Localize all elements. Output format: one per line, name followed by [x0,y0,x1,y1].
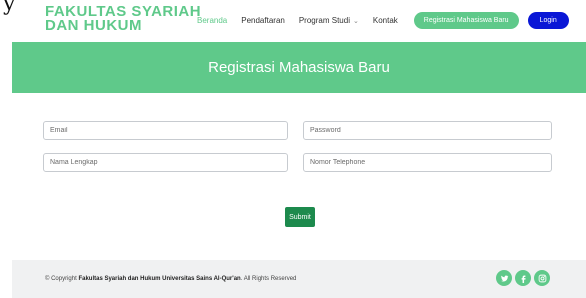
email-field[interactable] [43,121,288,140]
chevron-down-icon: ⌄ [352,17,359,25]
nav-program-studi[interactable]: Program Studi ⌄ [299,16,359,25]
main-nav: Beranda Pendaftaran Program Studi ⌄ Konta… [197,9,569,31]
copyright-suffix: . All Rights Reserved [240,276,297,282]
stray-glyph: y [3,0,16,16]
twitter-icon[interactable] [496,270,512,286]
brand-line-2: DAN HUKUM [45,17,142,34]
register-button[interactable]: Registrasi Mahasiswa Baru [413,11,519,29]
instagram-icon[interactable] [534,270,550,286]
page-title: Registrasi Mahasiswa Baru [208,59,390,76]
nav-beranda[interactable]: Beranda [197,16,227,25]
nav-kontak[interactable]: Kontak [373,16,398,25]
nav-program-studi-label: Program Studi [298,15,350,25]
submit-button[interactable]: Submit [285,207,315,227]
full-name-field[interactable] [43,153,288,172]
hero-banner: Registrasi Mahasiswa Baru [12,42,586,93]
footer: © Copyright Fakultas Syariah dan Hukum U… [12,260,586,298]
copyright-org: Fakultas Syariah dan Hukum Universitas S… [78,276,241,282]
facebook-icon[interactable] [515,270,531,286]
site-logo[interactable]: FAKULTAS SYARIAH DAN HUKUM [45,4,201,34]
copyright-prefix: © Copyright [45,276,79,282]
copyright-text: © Copyright Fakultas Syariah dan Hukum U… [45,276,296,282]
phone-field[interactable] [303,153,552,172]
login-button[interactable]: Login [527,11,569,29]
password-field[interactable] [303,121,552,140]
nav-pendaftaran[interactable]: Pendaftaran [241,16,285,25]
